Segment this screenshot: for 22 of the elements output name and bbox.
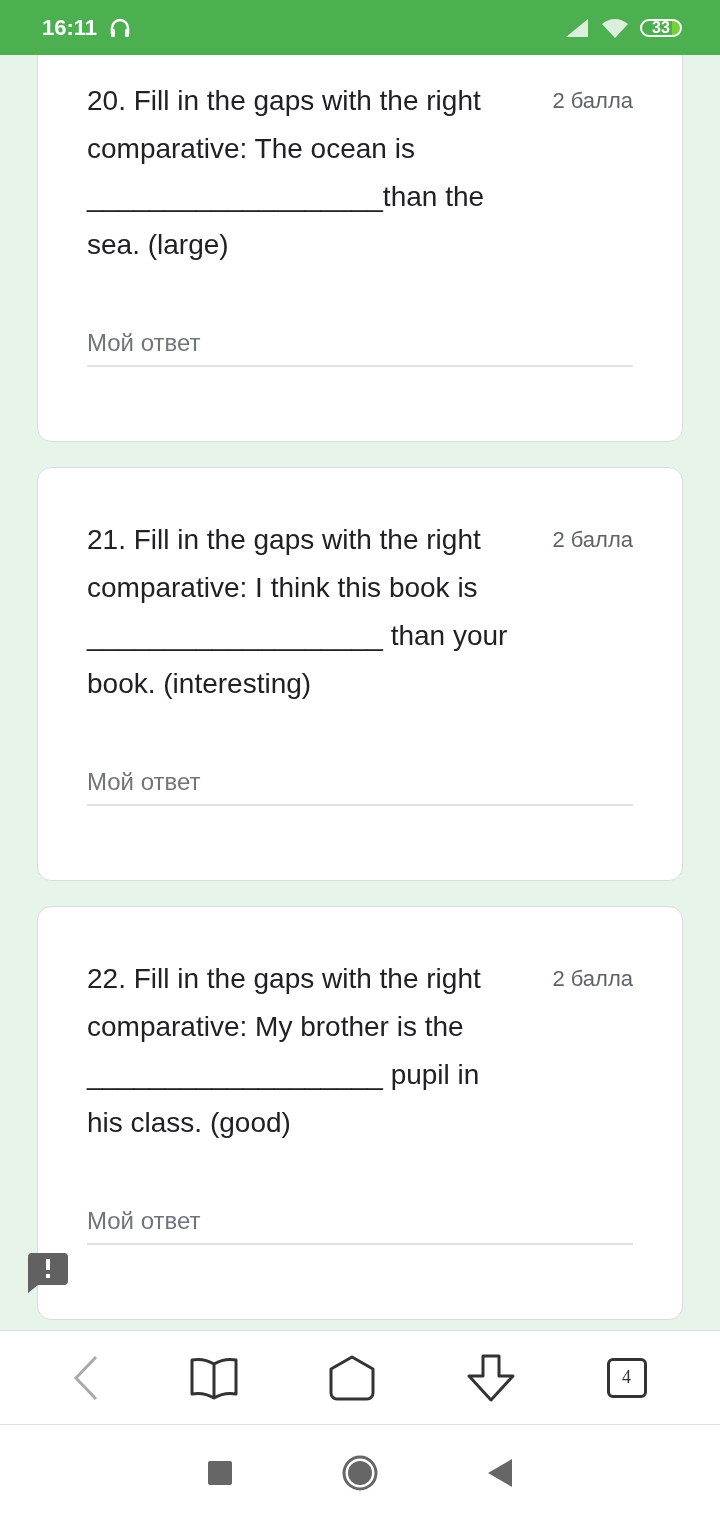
question-text: 21. Fill in the gaps with the right comparative: I think this book is ___________________ than your book. (interesting) [87, 523, 509, 701]
home-icon[interactable] [342, 1454, 378, 1491]
points-label: 2 балла [552, 965, 633, 993]
back-icon[interactable] [488, 1458, 512, 1487]
question-text: 22. Fill in the gaps with the right comparative: My brother is the ___________________ pupil in his class. (good) [87, 962, 482, 1140]
home-icon[interactable] [329, 1354, 375, 1401]
answer-field[interactable]: Мой ответ [87, 1207, 633, 1245]
feedback-icon[interactable] [28, 1253, 68, 1293]
headphones-icon [109, 17, 132, 38]
recents-icon[interactable] [208, 1460, 232, 1485]
question-text: 20. Fill in the gaps with the right comparative: The ocean is ___________________than the sea. (large) [87, 84, 486, 262]
signal-icon [566, 18, 588, 37]
download-icon[interactable] [465, 1353, 516, 1402]
wifi-icon [602, 17, 628, 38]
tab-count-button[interactable]: 4 [606, 1357, 647, 1398]
battery-level: 33 [640, 18, 682, 37]
points-label: 2 балла [552, 87, 633, 115]
book-icon[interactable] [190, 1355, 239, 1400]
clock-time: 16:11 [42, 14, 98, 41]
answer-field[interactable]: Мой ответ [87, 329, 633, 367]
points-label: 2 балла [552, 526, 633, 554]
answer-field[interactable]: Мой ответ [87, 768, 633, 806]
